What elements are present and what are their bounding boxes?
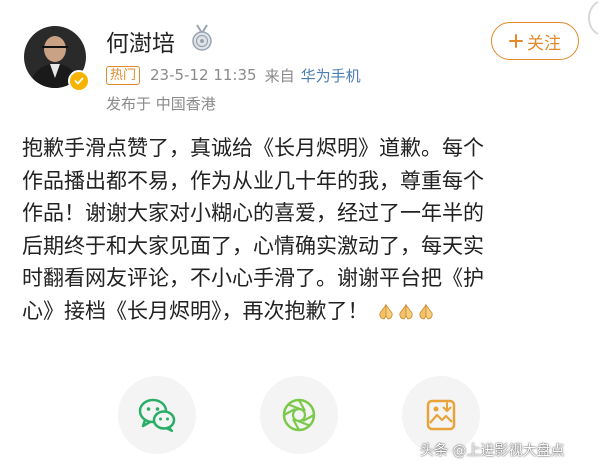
wechat-icon [138, 398, 176, 433]
content-line: 作品播出都不易，作为从业几十年的我，尊重每个 [22, 168, 484, 193]
post-location: 发布于 中国香港 [106, 95, 216, 113]
content-line: 抱歉手滑点赞了，真诚给《长月烬明》道歉。每个 [22, 136, 484, 160]
content-line-text: 心》接档《长月烬明》，再次抱歉了！ [22, 298, 369, 323]
author-name[interactable]: 何澍培 [106, 24, 175, 58]
hot-badge: 热门 [106, 65, 141, 85]
content-line-last: 心》接档《长月烬明》，再次抱歉了！ [22, 295, 587, 328]
device-link[interactable]: 华为手机 [301, 65, 361, 86]
watermark: 头条 @上进影视大盘点 [420, 443, 565, 459]
content-line: 时翻看网友评论，不小心手滑了。谢谢平台把《护 [22, 266, 484, 290]
emoji-group [377, 303, 435, 320]
moments-icon [282, 398, 316, 432]
post-content: 抱歉手滑点赞了，真诚给《长月烬明》道歉。每个 作品播出都不易，作为从业几十年的我… [22, 132, 587, 327]
share-moments-button[interactable] [260, 376, 338, 454]
plus-icon [509, 34, 523, 48]
follow-button[interactable]: 关注 [491, 22, 579, 60]
source-label: 来自 [264, 66, 295, 85]
post-time: 23-5-12 11:35 [150, 66, 257, 84]
folded-hands-emoji-icon [418, 303, 433, 319]
scroll-edge-indicator [588, 1, 599, 35]
share-wechat-button[interactable] [118, 376, 196, 454]
folded-hands-emoji-icon [378, 303, 393, 319]
avatar-glasses [42, 46, 68, 54]
follow-label: 关注 [527, 33, 561, 54]
folded-hands-emoji-icon [398, 303, 413, 319]
content-line: 后期终于和大家见面了，心情确实激动了，每天实 [22, 233, 484, 258]
verified-badge-icon [68, 70, 90, 92]
image-download-icon [426, 399, 456, 431]
content-line: 作品！谢谢大家对小糊心的喜爱，经过了一年半的 [22, 201, 484, 225]
post-meta: 热门 23-5-12 11:35 来自 华为手机 [106, 64, 361, 86]
medal-icon [192, 24, 212, 51]
